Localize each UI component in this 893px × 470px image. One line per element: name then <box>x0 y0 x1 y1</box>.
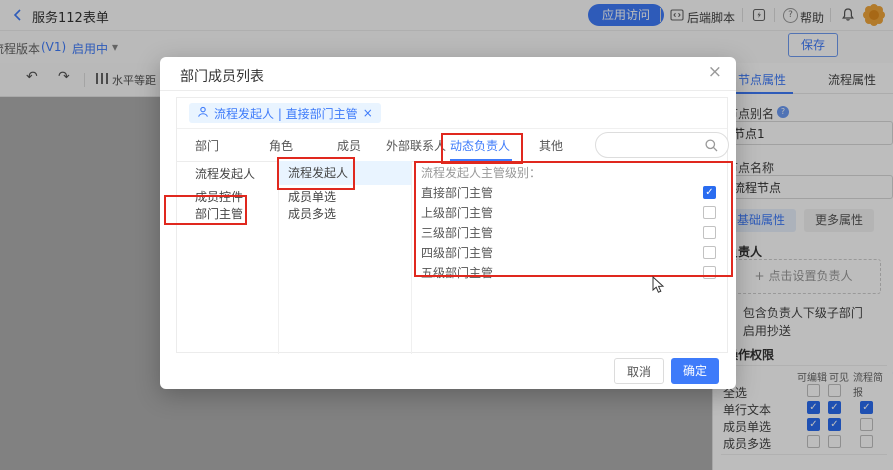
search-box <box>595 132 729 158</box>
tab-other[interactable]: 其他 <box>539 137 563 154</box>
user-icon <box>197 106 209 121</box>
selected-member-chip[interactable]: 流程发起人 | 直接部门主管 × <box>189 103 381 123</box>
confirm-button[interactable]: 确定 <box>671 358 719 384</box>
tab-external-contacts[interactable]: 外部联系人 <box>386 137 446 154</box>
selected-chips-row: 流程发起人 | 直接部门主管 × <box>177 98 727 129</box>
chip-remove-icon[interactable]: × <box>363 106 373 120</box>
mouse-cursor <box>652 276 666 297</box>
app-root: 服务112表单 应用访问 后端脚本 ? 帮助 流程版本 (V1) 启用中 ▾ 保… <box>0 0 893 470</box>
annotation-box-department-manager <box>164 195 247 225</box>
tab-department[interactable]: 部门 <box>195 137 219 154</box>
annotation-box-dynamic-owner-tab <box>441 133 523 164</box>
search-icon[interactable] <box>704 138 719 156</box>
divider <box>160 90 736 91</box>
source-type-list: 流程发起人 成员控件 部门主管 <box>177 161 279 354</box>
tab-role[interactable]: 角色 <box>269 137 293 154</box>
list-item[interactable]: 流程发起人 <box>177 164 278 185</box>
cancel-button[interactable]: 取消 <box>614 358 664 384</box>
tab-member[interactable]: 成员 <box>337 137 361 154</box>
dialog-title: 部门成员列表 <box>180 66 264 86</box>
annotation-box-level-panel <box>414 161 733 277</box>
chip-label: 流程发起人 | 直接部门主管 <box>214 105 358 122</box>
search-input[interactable] <box>608 136 707 156</box>
annotation-box-flow-initiator <box>277 157 355 190</box>
close-icon[interactable]: × <box>708 62 722 82</box>
list-item[interactable]: 成员多选 <box>278 204 411 225</box>
